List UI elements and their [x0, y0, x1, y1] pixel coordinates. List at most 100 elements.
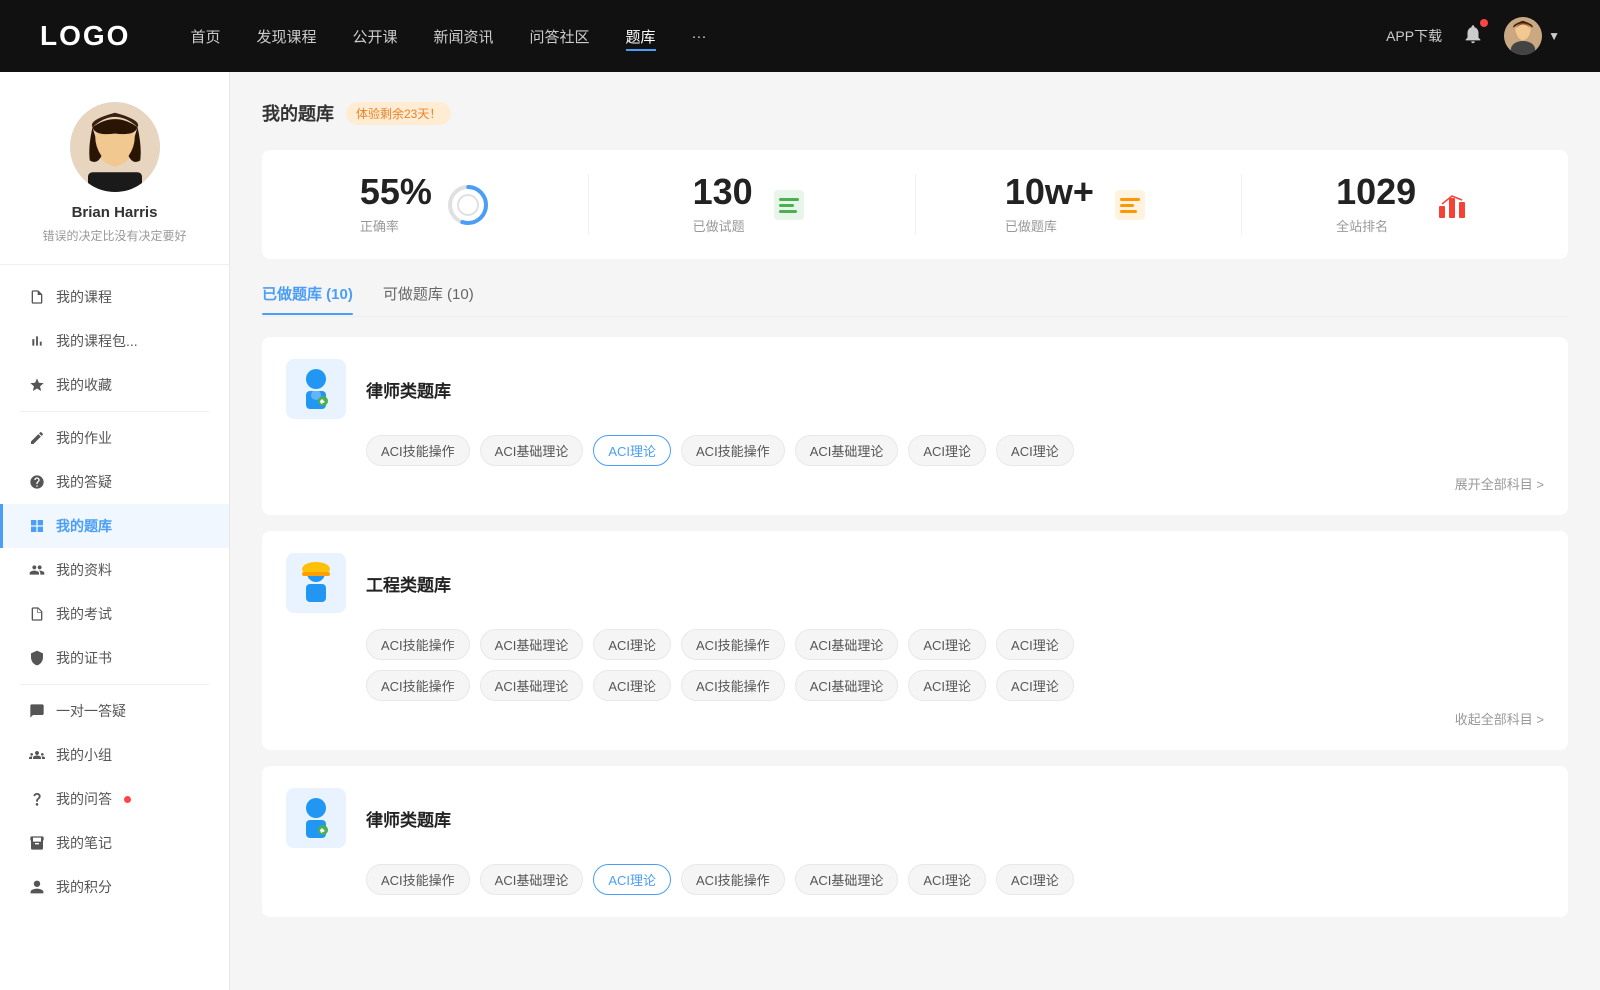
qb-tag[interactable]: ACI理论	[996, 670, 1074, 701]
sidebar-item-label: 我的作业	[56, 428, 112, 448]
qb-tag[interactable]: ACI基础理论	[795, 670, 899, 701]
sidebar-item-course-package[interactable]: 我的课程包...	[0, 319, 229, 363]
star-icon	[28, 376, 46, 394]
qb-tags-lawyer2: ACI技能操作 ACI基础理论 ACI理论 ACI技能操作 ACI基础理论 AC…	[366, 864, 1544, 895]
qb-tag[interactable]: ACI基础理论	[480, 670, 584, 701]
qb-tag[interactable]: ACI基础理论	[480, 435, 584, 466]
qb-card-engineer: 工程类题库 ACI技能操作 ACI基础理论 ACI理论 ACI技能操作 ACI基…	[262, 531, 1568, 750]
qb-tag[interactable]: ACI理论	[908, 629, 986, 660]
sidebar-item-qa[interactable]: 我的答疑	[0, 460, 229, 504]
bell-badge	[1480, 19, 1488, 27]
navbar-right: APP下载 ▼	[1386, 17, 1560, 55]
list-chart-icon2	[1111, 186, 1149, 224]
sidebar-item-label: 一对一答疑	[56, 701, 126, 721]
tab-done-banks[interactable]: 已做题库 (10)	[262, 283, 353, 314]
profile-name: Brian Harris	[20, 204, 209, 221]
qb-tags-engineer-row1: ACI技能操作 ACI基础理论 ACI理论 ACI技能操作 ACI基础理论 AC…	[366, 629, 1544, 660]
qb-tag[interactable]: ACI理论	[996, 629, 1074, 660]
qb-tag[interactable]: ACI技能操作	[681, 435, 785, 466]
sidebar-item-label: 我的资料	[56, 560, 112, 580]
nav-news[interactable]: 新闻资讯	[434, 22, 494, 51]
qb-tag[interactable]: ACI技能操作	[681, 864, 785, 895]
bar-chart-icon	[28, 332, 46, 350]
bell-button[interactable]	[1462, 23, 1484, 50]
qb-tag[interactable]: ACI基础理论	[795, 435, 899, 466]
sidebar-item-certificate[interactable]: 我的证书	[0, 636, 229, 680]
badge-icon	[28, 649, 46, 667]
sidebar-item-questionbank[interactable]: 我的题库	[0, 504, 229, 548]
sidebar-item-homework[interactable]: 我的作业	[0, 416, 229, 460]
qb-tag[interactable]: ACI技能操作	[366, 435, 470, 466]
qb-expand-lawyer[interactable]: 展开全部科目 >	[286, 474, 1544, 493]
qb-tag[interactable]: ACI技能操作	[681, 670, 785, 701]
sidebar-item-exam[interactable]: 我的考试	[0, 592, 229, 636]
sidebar-item-label: 我的考试	[56, 604, 112, 624]
nav-discover[interactable]: 发现课程	[256, 22, 316, 51]
nav-open-course[interactable]: 公开课	[352, 22, 397, 51]
qb-tag[interactable]: ACI理论	[996, 864, 1074, 895]
qb-tag[interactable]: ACI基础理论	[795, 864, 899, 895]
sidebar-item-materials[interactable]: 我的资料	[0, 548, 229, 592]
sidebar: Brian Harris 错误的决定比没有决定要好 我的课程 我的课程包...	[0, 72, 230, 990]
nav-menu: 首页 发现课程 公开课 新闻资讯 问答社区 题库 ···	[190, 22, 1386, 51]
app-download-link[interactable]: APP下载	[1386, 26, 1442, 46]
qb-tag[interactable]: ACI技能操作	[366, 864, 470, 895]
qb-tag[interactable]: ACI理论	[908, 435, 986, 466]
qb-card-lawyer2: 律师类题库 ACI技能操作 ACI基础理论 ACI理论 ACI技能操作 ACI基…	[262, 766, 1568, 917]
nav-questionbank[interactable]: 题库	[626, 22, 656, 51]
stat-rank-label: 全站排名	[1336, 216, 1416, 235]
sidebar-item-label: 我的题库	[56, 516, 112, 536]
sidebar-item-label: 我的问答	[56, 789, 112, 809]
stat-accuracy-number: 55%	[360, 174, 432, 210]
profile-motto: 错误的决定比没有决定要好	[20, 227, 209, 244]
sidebar-item-label: 我的课程包...	[56, 331, 138, 351]
qb-tag[interactable]: ACI理论	[996, 435, 1074, 466]
sidebar-item-my-courses[interactable]: 我的课程	[0, 275, 229, 319]
qb-engineer-icon	[286, 553, 346, 613]
file-text-icon	[28, 605, 46, 623]
qb-tag-active[interactable]: ACI理论	[593, 864, 671, 895]
group-icon	[28, 746, 46, 764]
tab-available-banks[interactable]: 可做题库 (10)	[383, 283, 474, 314]
qb-tag[interactable]: ACI理论	[593, 670, 671, 701]
sidebar-item-my-qa[interactable]: 我的问答	[0, 777, 229, 821]
logo[interactable]: LOGO	[40, 20, 130, 52]
qb-tags-lawyer: ACI技能操作 ACI基础理论 ACI理论 ACI技能操作 ACI基础理论 AC…	[366, 435, 1544, 466]
sidebar-item-1on1[interactable]: 一对一答疑	[0, 689, 229, 733]
qb-tag[interactable]: ACI理论	[908, 864, 986, 895]
qb-tag[interactable]: ACI基础理论	[480, 629, 584, 660]
sidebar-item-label: 我的积分	[56, 877, 112, 897]
sidebar-item-favorites[interactable]: 我的收藏	[0, 363, 229, 407]
stat-done-banks: 10w+ 已做题库	[916, 174, 1243, 235]
qb-tag[interactable]: ACI技能操作	[366, 629, 470, 660]
lawyer-figure-icon	[292, 365, 340, 413]
qb-tags-engineer-row2: ACI技能操作 ACI基础理论 ACI理论 ACI技能操作 ACI基础理论 AC…	[366, 670, 1544, 701]
bar-chart-icon	[1433, 186, 1471, 224]
sidebar-item-notes[interactable]: 我的笔记	[0, 821, 229, 865]
stat-rank: 1029 全站排名	[1242, 174, 1568, 235]
user-avatar-button[interactable]: ▼	[1504, 17, 1560, 55]
stats-row: 55% 正确率 130 已做试题	[262, 150, 1568, 259]
qb-title-engineer: 工程类题库	[366, 571, 451, 596]
sidebar-item-label: 我的收藏	[56, 375, 112, 395]
nav-home[interactable]: 首页	[190, 22, 220, 51]
qb-tag[interactable]: ACI技能操作	[681, 629, 785, 660]
sidebar-item-points[interactable]: 我的积分	[0, 865, 229, 909]
qb-tag[interactable]: ACI理论	[908, 670, 986, 701]
page-title: 我的题库	[262, 100, 334, 126]
qb-tag-active[interactable]: ACI理论	[593, 435, 671, 466]
navbar: LOGO 首页 发现课程 公开课 新闻资讯 问答社区 题库 ··· APP下载	[0, 0, 1600, 72]
qb-tag[interactable]: ACI技能操作	[366, 670, 470, 701]
note-icon	[28, 834, 46, 852]
qb-tag[interactable]: ACI基础理论	[795, 629, 899, 660]
qb-tag[interactable]: ACI理论	[593, 629, 671, 660]
qb-expand-engineer[interactable]: 收起全部科目 >	[286, 709, 1544, 728]
nav-more[interactable]: ···	[692, 24, 707, 49]
nav-qa[interactable]: 问答社区	[530, 22, 590, 51]
stat-done-number: 130	[693, 174, 753, 210]
sidebar-item-group[interactable]: 我的小组	[0, 733, 229, 777]
main-layout: Brian Harris 错误的决定比没有决定要好 我的课程 我的课程包...	[0, 72, 1600, 990]
qb-tag[interactable]: ACI基础理论	[480, 864, 584, 895]
notification-dot	[124, 796, 131, 803]
profile-image	[70, 102, 160, 192]
